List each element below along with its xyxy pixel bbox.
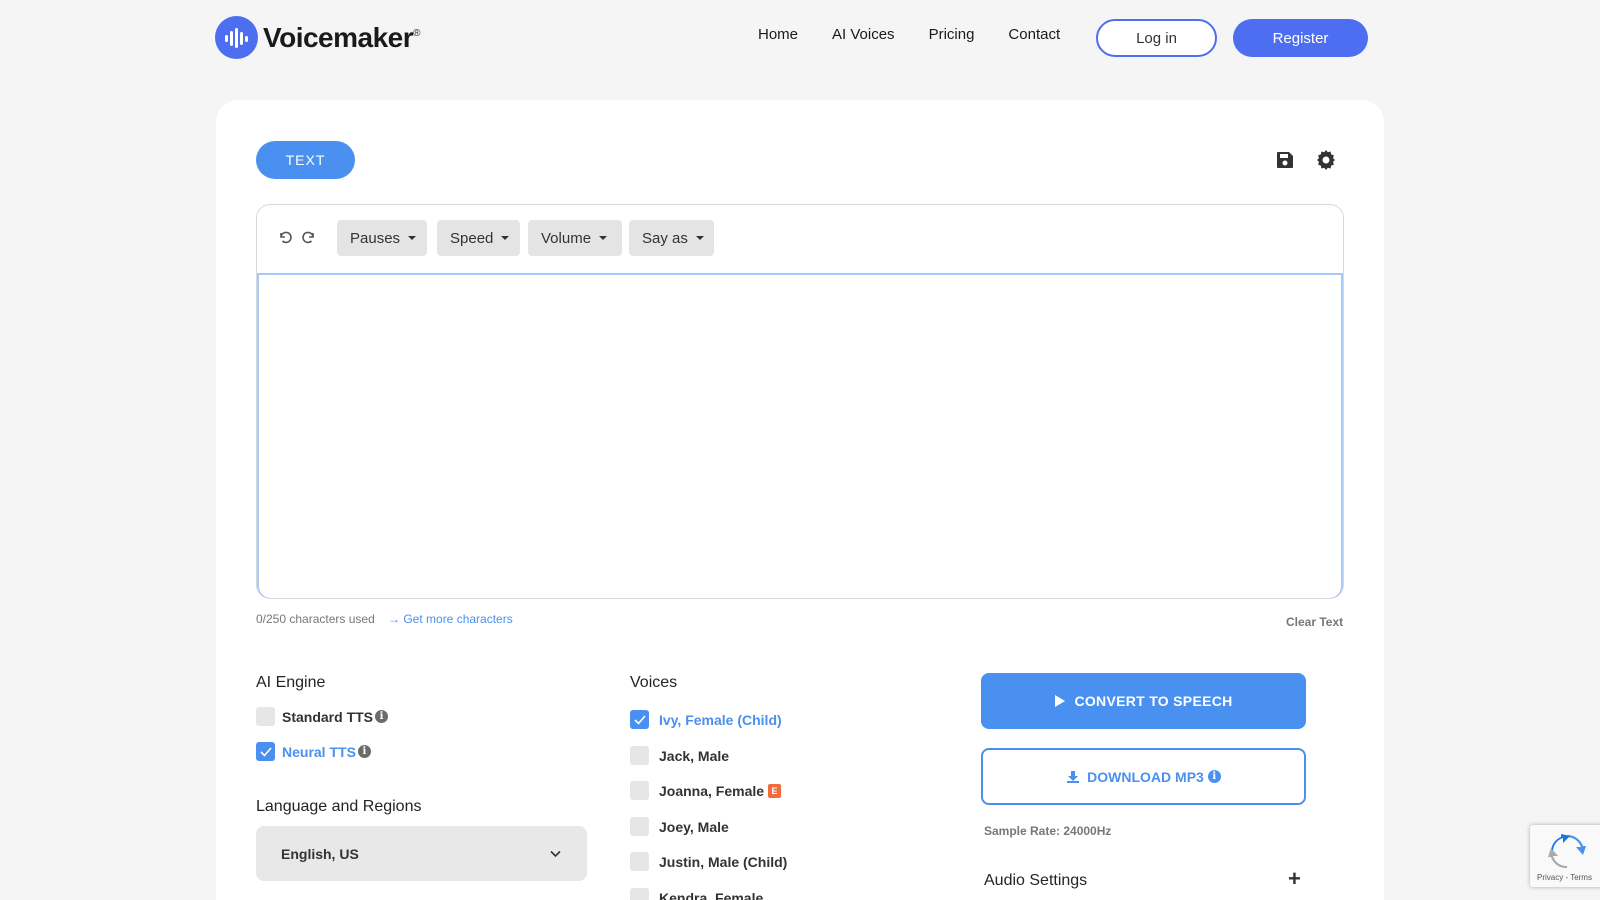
- checkbox-checked[interactable]: [630, 710, 649, 729]
- say-as-label: Say as: [642, 229, 688, 247]
- checkbox-checked[interactable]: [256, 742, 275, 761]
- checkbox[interactable]: [630, 888, 649, 900]
- voices-title: Voices: [630, 674, 678, 691]
- expand-plus-icon[interactable]: +: [1288, 868, 1301, 890]
- language-title: Language and Regions: [256, 798, 422, 815]
- checkbox[interactable]: [630, 781, 649, 800]
- sample-rate: Sample Rate: 24000Hz: [984, 824, 1112, 838]
- registered-mark: ®: [413, 28, 421, 39]
- clear-text-button[interactable]: Clear Text: [1286, 615, 1343, 629]
- speed-dropdown[interactable]: Speed: [437, 220, 520, 256]
- engine-option-label: Standard TTS: [282, 708, 374, 725]
- brand-name: Voicemaker: [263, 21, 414, 53]
- character-count: 0/250 characters used: [256, 612, 375, 626]
- voice-item[interactable]: Justin, Male (Child): [630, 852, 787, 871]
- download-icon: [1067, 770, 1080, 783]
- voice-label: Kendra, Female: [659, 889, 764, 900]
- info-icon[interactable]: i: [357, 745, 371, 758]
- redo-icon[interactable]: [301, 229, 317, 245]
- voice-label: Joey, Male: [659, 818, 729, 835]
- caret-down-icon: [408, 236, 417, 240]
- voicemaker-logo[interactable]: Voicemaker ®: [215, 16, 421, 59]
- undo-icon[interactable]: [277, 229, 293, 245]
- text-editor: Pauses Speed Volume Say as: [256, 204, 1344, 599]
- voice-label: Jack, Male: [659, 747, 730, 764]
- voice-item[interactable]: Joanna, Female E: [630, 781, 782, 800]
- play-icon: [1055, 695, 1066, 707]
- convert-label: CONVERT TO SPEECH: [1074, 693, 1233, 709]
- check-icon: [633, 714, 646, 725]
- nav-pricing[interactable]: Pricing: [929, 26, 975, 43]
- main-nav: Home AI Voices Pricing Contact: [758, 26, 1094, 43]
- editor-toolbar: Pauses Speed Volume Say as: [257, 205, 1343, 273]
- tab-text[interactable]: TEXT: [256, 141, 355, 179]
- voice-label: Joanna, Female: [659, 782, 765, 799]
- voice-label: Ivy, Female (Child): [659, 711, 782, 728]
- voice-item[interactable]: Joey, Male: [630, 817, 729, 836]
- pauses-label: Pauses: [350, 229, 401, 247]
- caret-down-icon: [599, 236, 608, 240]
- engine-option-standard[interactable]: Standard TTS i: [256, 707, 389, 726]
- engine-option-label: Neural TTS: [282, 743, 356, 760]
- caret-down-icon: [695, 236, 704, 240]
- recaptcha-icon: [1548, 834, 1586, 869]
- volume-dropdown[interactable]: Volume: [528, 220, 622, 256]
- nav-contact[interactable]: Contact: [1008, 26, 1060, 43]
- gear-icon[interactable]: [1316, 150, 1336, 175]
- language-selected-value: English, US: [281, 845, 359, 862]
- login-button[interactable]: Log in: [1096, 19, 1217, 57]
- voice-item[interactable]: Jack, Male: [630, 746, 729, 765]
- engine-option-neural[interactable]: Neural TTS i: [256, 742, 371, 761]
- check-icon: [259, 746, 272, 757]
- say-as-dropdown[interactable]: Say as: [629, 220, 714, 256]
- voice-badge: E: [768, 783, 782, 798]
- language-select[interactable]: English, US: [256, 826, 587, 881]
- checkbox[interactable]: [630, 817, 649, 836]
- sound-wave-icon: [215, 16, 258, 59]
- checkbox[interactable]: [256, 707, 275, 726]
- recaptcha-footer[interactable]: Privacy - Terms: [1537, 873, 1592, 882]
- get-more-characters-link[interactable]: → Get more characters: [388, 612, 513, 626]
- voice-item[interactable]: Ivy, Female (Child): [630, 710, 782, 729]
- pauses-dropdown[interactable]: Pauses: [337, 220, 427, 256]
- checkbox[interactable]: [630, 746, 649, 765]
- info-icon[interactable]: i: [375, 710, 389, 723]
- checkbox[interactable]: [630, 852, 649, 871]
- voice-item[interactable]: Kendra, Female: [630, 888, 763, 900]
- volume-label: Volume: [541, 229, 592, 247]
- voice-label: Justin, Male (Child): [659, 853, 788, 870]
- nav-ai-voices[interactable]: AI Voices: [832, 26, 895, 43]
- recaptcha-badge[interactable]: Privacy - Terms: [1530, 825, 1600, 887]
- chevron-down-icon: [550, 850, 561, 858]
- get-more-characters-label: Get more characters: [403, 612, 513, 626]
- nav-home[interactable]: Home: [758, 26, 798, 43]
- save-icon[interactable]: [1276, 151, 1294, 174]
- download-label: DOWNLOAD MP3: [1087, 768, 1204, 785]
- arrow-right-icon: →: [388, 612, 404, 626]
- ai-engine-title: AI Engine: [256, 674, 326, 691]
- caret-down-icon: [501, 236, 510, 240]
- audio-settings-title[interactable]: Audio Settings: [984, 872, 1087, 890]
- site-header: Voicemaker ® Home AI Voices Pricing Cont…: [0, 0, 1600, 80]
- text-input[interactable]: [257, 273, 1343, 598]
- convert-to-speech-button[interactable]: CONVERT TO SPEECH: [981, 673, 1306, 729]
- download-mp3-button[interactable]: DOWNLOAD MP3 i: [981, 748, 1306, 805]
- speed-label: Speed: [450, 229, 494, 247]
- info-icon[interactable]: i: [1207, 770, 1221, 783]
- register-button[interactable]: Register: [1233, 19, 1368, 57]
